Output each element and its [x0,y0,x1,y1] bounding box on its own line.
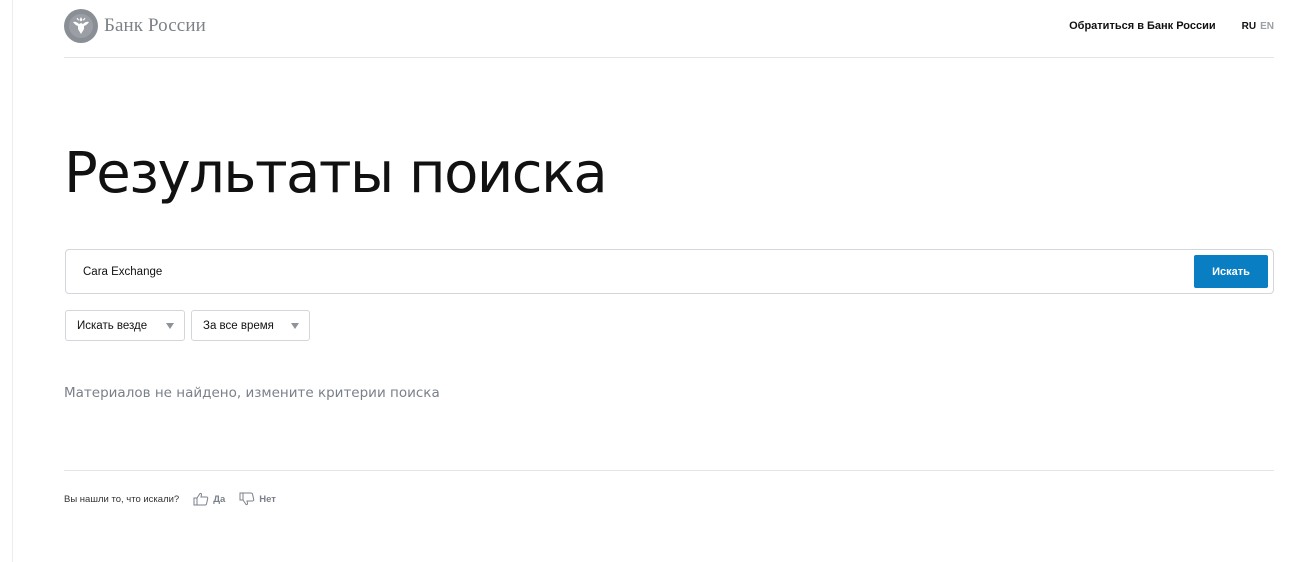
left-edge-rule [12,0,13,562]
time-filter-dropdown[interactable]: За все время [191,310,310,341]
caret-down-icon [166,323,174,329]
no-results-message: Материалов не найдено, измените критерии… [64,385,440,401]
feedback-bar: Вы нашли то, что искали? Да Нет [64,492,290,506]
search-box: Искать [65,249,1274,294]
search-input[interactable] [83,260,1183,284]
scope-filter-dropdown[interactable]: Искать везде [65,310,185,341]
language-switcher: RU EN [1242,21,1274,32]
search-button[interactable]: Искать [1194,255,1268,288]
site-header: Банк России Обратиться в Банк России RU … [64,0,1274,58]
thumbs-down-icon [239,492,255,506]
feedback-yes-button[interactable]: Да [193,492,225,506]
header-right: Обратиться в Банк России RU EN [1069,20,1274,32]
divider [64,470,1274,471]
feedback-no-button[interactable]: Нет [239,492,276,506]
contact-bank-link[interactable]: Обратиться в Банк России [1069,20,1216,32]
feedback-yes-label: Да [213,493,226,505]
lang-ru-link[interactable]: RU [1242,21,1256,32]
logo[interactable]: Банк России [64,9,206,43]
time-filter-label: За все время [203,319,274,332]
page-title: Результаты поиска [64,141,608,206]
logo-text: Банк России [104,15,206,36]
lang-en-link[interactable]: EN [1260,21,1274,32]
eagle-emblem-icon [64,9,98,43]
caret-down-icon [291,323,299,329]
feedback-question: Вы нашли то, что искали? [64,493,180,505]
feedback-no-label: Нет [259,493,276,505]
scope-filter-label: Искать везде [77,319,148,332]
thumbs-up-icon [193,492,209,506]
